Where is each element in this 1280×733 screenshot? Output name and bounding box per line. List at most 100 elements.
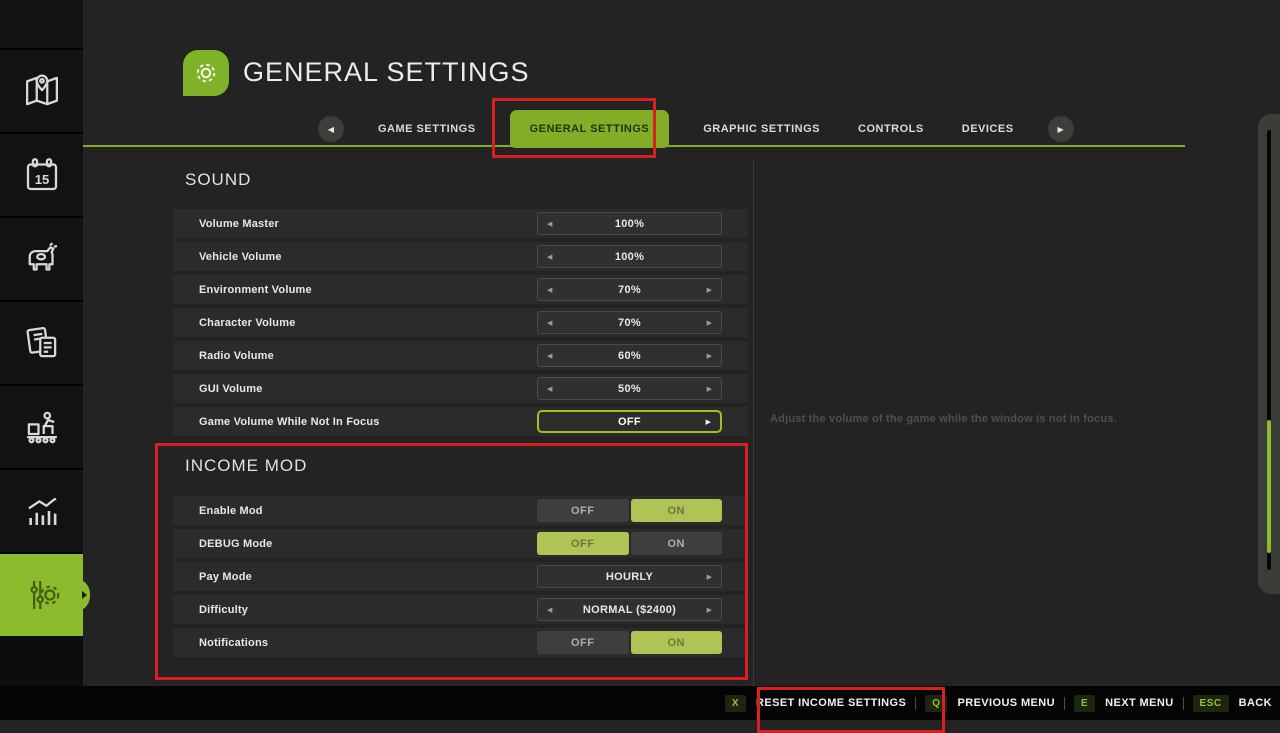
stepper-value: 70% (618, 284, 641, 296)
production-icon (21, 406, 63, 448)
tabs-prev-button[interactable]: ◀ (318, 116, 344, 142)
vehicle-volume-stepper[interactable]: ◀ 100% (537, 245, 722, 268)
tab-underline (83, 145, 1185, 147)
stepper-value: OFF (618, 416, 641, 428)
increase-arrow-icon[interactable]: ▶ (707, 566, 712, 587)
scrollbar-track[interactable] (1267, 130, 1271, 570)
setting-row-environment-volume: Environment Volume ◀ 70% ▶ (173, 275, 748, 304)
radio-volume-stepper[interactable]: ◀ 60% ▶ (537, 344, 722, 367)
decrease-arrow-icon[interactable]: ◀ (547, 246, 552, 267)
map-icon (21, 70, 63, 112)
tab-graphic-settings[interactable]: GRAPHIC SETTINGS (699, 123, 824, 135)
settings-badge (183, 50, 229, 96)
toggle-on-button[interactable]: ON (631, 499, 723, 522)
gui-volume-stepper[interactable]: ◀ 50% ▶ (537, 377, 722, 400)
toggle-off-button[interactable]: OFF (537, 631, 629, 654)
gear-icon (191, 58, 221, 88)
setting-row-gui-volume: GUI Volume ◀ 50% ▶ (173, 374, 748, 403)
increase-arrow-icon[interactable]: ▶ (707, 279, 712, 300)
sidebar: 15 (0, 0, 83, 686)
difficulty-stepper[interactable]: ◀ NORMAL ($2400) ▶ (537, 598, 722, 621)
sidebar-item-production[interactable] (0, 384, 83, 468)
key-x-badge: X (725, 695, 746, 712)
decrease-arrow-icon[interactable]: ◀ (547, 279, 552, 300)
increase-arrow-icon[interactable]: ▶ (707, 599, 712, 620)
hint-separator (1064, 697, 1065, 710)
prev-arrow-icon: ◀ (328, 125, 334, 134)
contracts-icon (21, 322, 63, 364)
setting-row-game-volume-not-in-focus: Game Volume While Not In Focus OFF ▶ (173, 407, 748, 436)
hint-reset-income-settings[interactable]: X RESET INCOME SETTINGS (725, 695, 906, 712)
toggle-on-button[interactable]: ON (631, 532, 723, 555)
decrease-arrow-icon[interactable]: ◀ (547, 213, 552, 234)
setting-row-enable-mod: Enable Mod OFF ON (173, 496, 748, 525)
calendar-icon: 15 (21, 154, 63, 196)
tab-bar: ◀ GAME SETTINGS GENERAL SETTINGS GRAPHIC… (318, 110, 1074, 148)
setting-label: Difficulty (199, 595, 248, 624)
decrease-arrow-icon[interactable]: ◀ (547, 312, 552, 333)
tab-general-settings[interactable]: GENERAL SETTINGS (510, 110, 670, 148)
sidebar-spacer (0, 0, 83, 48)
mod-settings-icon (21, 574, 63, 616)
scrollbar-thumb[interactable] (1267, 420, 1271, 553)
toggle-off-button[interactable]: OFF (537, 532, 629, 555)
increase-arrow-icon[interactable]: ▶ (706, 412, 711, 431)
tab-devices[interactable]: DEVICES (958, 123, 1018, 135)
decrease-arrow-icon[interactable]: ◀ (547, 345, 552, 366)
setting-row-difficulty: Difficulty ◀ NORMAL ($2400) ▶ (173, 595, 748, 624)
setting-row-character-volume: Character Volume ◀ 70% ▶ (173, 308, 748, 337)
setting-label: Character Volume (199, 308, 296, 337)
setting-row-pay-mode: Pay Mode HOURLY ▶ (173, 562, 748, 591)
sidebar-item-contracts[interactable] (0, 300, 83, 384)
sound-rows: Volume Master ◀ 100% Vehicle Volume ◀ 10… (173, 209, 748, 440)
stepper-value: 100% (615, 218, 644, 230)
decrease-arrow-icon[interactable]: ◀ (547, 599, 552, 620)
stepper-value: 60% (618, 350, 641, 362)
setting-label: Notifications (199, 628, 268, 657)
column-divider (753, 160, 754, 686)
setting-label: Radio Volume (199, 341, 274, 370)
setting-row-notifications: Notifications OFF ON (173, 628, 748, 657)
hint-next-menu[interactable]: E NEXT MENU (1074, 695, 1174, 712)
pay-mode-stepper[interactable]: HOURLY ▶ (537, 565, 722, 588)
bottom-hint-bar: X RESET INCOME SETTINGS Q PREVIOUS MENU … (0, 686, 1280, 720)
setting-label: DEBUG Mode (199, 529, 273, 558)
income-mod-rows: Enable Mod OFF ON DEBUG Mode OFF ON Pay … (173, 496, 748, 661)
increase-arrow-icon[interactable]: ▶ (707, 378, 712, 399)
sidebar-item-animals[interactable] (0, 216, 83, 300)
stepper-value: 100% (615, 251, 644, 263)
hint-label: PREVIOUS MENU (957, 697, 1055, 709)
tabs-next-button[interactable]: ▶ (1048, 116, 1074, 142)
toggle-off-button[interactable]: OFF (537, 499, 629, 522)
increase-arrow-icon[interactable]: ▶ (707, 312, 712, 333)
hint-back[interactable]: ESC BACK (1193, 695, 1272, 712)
stepper-value: HOURLY (606, 571, 653, 583)
setting-label: Environment Volume (199, 275, 312, 304)
hint-separator (915, 697, 916, 710)
environment-volume-stepper[interactable]: ◀ 70% ▶ (537, 278, 722, 301)
decrease-arrow-icon[interactable]: ◀ (547, 378, 552, 399)
setting-label: Game Volume While Not In Focus (199, 407, 380, 436)
volume-master-stepper[interactable]: ◀ 100% (537, 212, 722, 235)
scroll-panel-edge (1258, 114, 1280, 594)
key-esc-badge: ESC (1193, 695, 1229, 712)
stepper-value: 70% (618, 317, 641, 329)
sidebar-item-calendar[interactable]: 15 (0, 132, 83, 216)
sidebar-item-statistics[interactable] (0, 468, 83, 552)
tab-controls[interactable]: CONTROLS (854, 123, 928, 135)
setting-help-text: Adjust the volume of the game while the … (770, 413, 1190, 425)
stepper-value: NORMAL ($2400) (583, 604, 676, 616)
toggle-on-button[interactable]: ON (631, 631, 723, 654)
cow-icon (21, 238, 63, 280)
sidebar-item-mod-settings[interactable] (0, 552, 83, 636)
tab-game-settings[interactable]: GAME SETTINGS (374, 123, 480, 135)
character-volume-stepper[interactable]: ◀ 70% ▶ (537, 311, 722, 334)
increase-arrow-icon[interactable]: ▶ (707, 345, 712, 366)
game-volume-not-in-focus-stepper[interactable]: OFF ▶ (537, 410, 722, 433)
debug-mode-toggle: OFF ON (537, 532, 722, 555)
sidebar-item-map[interactable] (0, 48, 83, 132)
hint-previous-menu[interactable]: Q PREVIOUS MENU (925, 695, 1055, 712)
hint-separator (1183, 697, 1184, 710)
active-tab-notch-icon (82, 591, 87, 599)
setting-label: Vehicle Volume (199, 242, 282, 271)
